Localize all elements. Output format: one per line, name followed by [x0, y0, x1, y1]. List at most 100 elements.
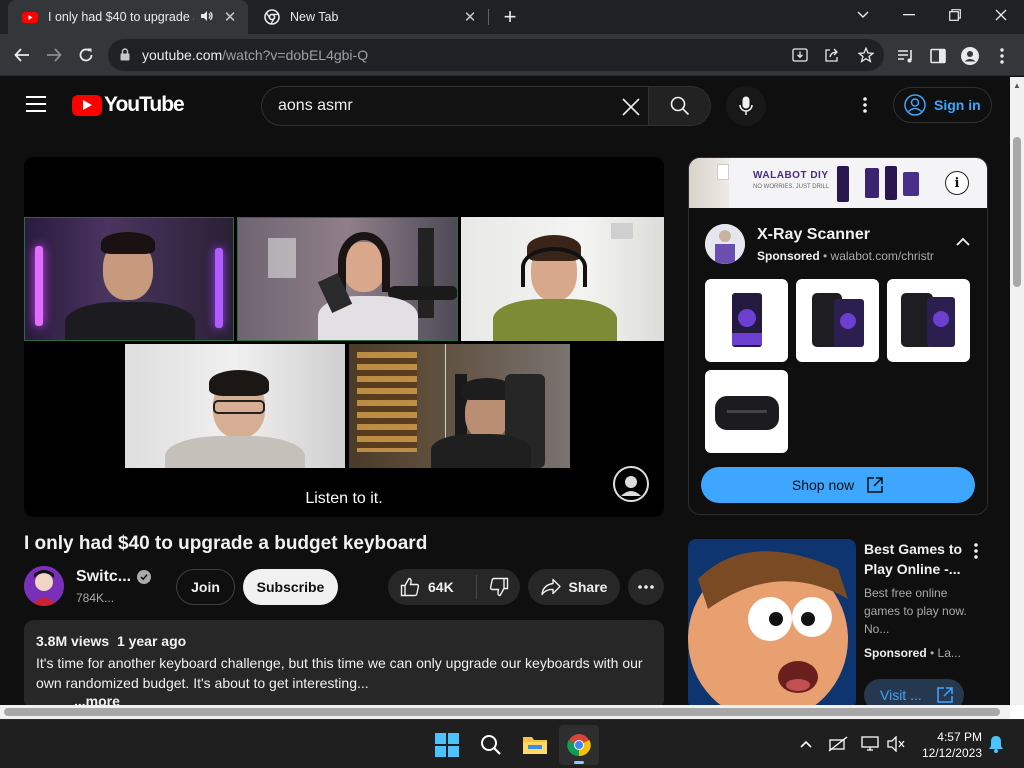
recommendation-thumbnail[interactable]	[688, 539, 856, 709]
close-tab-icon[interactable]: ✕	[462, 8, 478, 26]
close-window-button[interactable]	[978, 0, 1024, 30]
view-count: 3.8M views	[36, 633, 110, 649]
ad-product-image-3[interactable]	[887, 279, 970, 362]
forward-button[interactable]	[40, 41, 68, 69]
join-button[interactable]: Join	[176, 569, 235, 605]
ad-product-image-1[interactable]	[705, 279, 788, 362]
subscriber-count: 784K...	[76, 591, 115, 605]
reload-icon	[79, 48, 93, 62]
youtube-favicon-icon	[22, 12, 38, 23]
youtube-logo[interactable]: YouTube	[72, 93, 185, 117]
display-network-icon[interactable]	[860, 734, 880, 754]
media-controls-icon[interactable]	[895, 45, 917, 67]
tab-new-tab[interactable]: New Tab ✕	[250, 0, 488, 34]
thumbs-up-icon	[400, 577, 420, 597]
shop-now-button[interactable]: Shop now	[701, 467, 975, 503]
search-icon	[481, 735, 501, 755]
video-description: It's time for another keyboard challenge…	[36, 655, 643, 691]
show-hidden-icons-button[interactable]	[796, 734, 816, 754]
new-tab-button[interactable]: +	[498, 4, 522, 30]
vertical-scroll-thumb[interactable]	[1013, 137, 1021, 287]
search-input[interactable]: aons asmr	[261, 86, 649, 126]
video-participant-3	[461, 217, 664, 341]
microphone-icon	[739, 96, 753, 115]
video-participant-5	[349, 344, 570, 468]
dislike-button[interactable]	[477, 569, 520, 605]
share-button[interactable]: Share	[528, 569, 620, 605]
minimize-button[interactable]	[886, 0, 932, 30]
video-meta: 3.8M views 1 year ago	[36, 633, 186, 649]
ad-product-image-4[interactable]	[705, 370, 788, 453]
tab-youtube-video[interactable]: I only had $40 to upgrade a budget keybo…	[8, 0, 248, 34]
clear-search-icon[interactable]	[619, 95, 643, 119]
horizontal-scrollbar[interactable]	[0, 705, 1010, 719]
bookmark-star-icon[interactable]	[856, 45, 876, 65]
search-button[interactable]	[648, 86, 711, 126]
video-participant-1	[24, 217, 234, 341]
restore-icon	[949, 9, 961, 21]
taskbar-search-button[interactable]	[471, 725, 511, 765]
collapse-ad-button[interactable]	[955, 234, 975, 250]
profile-icon[interactable]	[959, 45, 981, 67]
audio-playing-icon[interactable]	[200, 10, 216, 25]
horizontal-scroll-thumb[interactable]	[4, 708, 1000, 716]
start-button[interactable]	[427, 725, 467, 765]
youtube-header: YouTube aons asmr Sign in	[0, 77, 1010, 133]
voice-search-button[interactable]	[726, 86, 766, 126]
chrome-taskbar-button[interactable]	[559, 725, 599, 765]
vertical-scrollbar[interactable]: ▲	[1010, 77, 1024, 705]
subscribe-button[interactable]: Subscribe	[243, 569, 338, 605]
clock-date: 12/12/2023	[921, 746, 982, 760]
taskbar-clock[interactable]: 4:57 PM 12/12/2023	[918, 729, 982, 761]
channel-avatar[interactable]	[24, 566, 64, 606]
chrome-menu-icon[interactable]	[991, 45, 1013, 67]
channel-name[interactable]: Switc...	[76, 568, 131, 586]
address-bar[interactable]: youtube.com/watch?v=dobEL4gbi-Q	[108, 39, 884, 71]
close-tab-icon[interactable]: ✕	[222, 8, 238, 26]
chrome-logo-icon	[567, 734, 591, 757]
url-text: youtube.com/watch?v=dobEL4gbi-Q	[142, 47, 368, 63]
scroll-up-arrow-icon[interactable]: ▲	[1013, 81, 1021, 90]
ad-info-icon[interactable]: i	[945, 171, 969, 195]
restore-button[interactable]	[932, 0, 978, 30]
chevron-down-icon	[857, 11, 869, 18]
ad-title[interactable]: X-Ray Scanner	[757, 226, 870, 244]
youtube-wordmark: YouTube	[104, 93, 185, 116]
recommendation-title[interactable]: Best Games to Play Online -...	[864, 539, 974, 579]
lock-icon[interactable]	[120, 48, 130, 61]
thumbs-down-icon	[489, 577, 508, 597]
notification-bell-icon[interactable]	[986, 734, 1006, 754]
windows-logo-icon	[435, 733, 459, 757]
video-player[interactable]: Listen to it.	[24, 157, 664, 517]
like-button[interactable]: 64K	[388, 569, 476, 605]
ad-product-image-2[interactable]	[796, 279, 879, 362]
channel-watermark-icon[interactable]	[613, 466, 649, 502]
recommendation-menu-icon[interactable]	[968, 541, 984, 561]
video-participant-4	[125, 344, 345, 468]
tab-title: New Tab	[290, 10, 339, 24]
network-off-icon[interactable]	[828, 734, 848, 754]
install-app-icon[interactable]	[790, 45, 810, 65]
back-button[interactable]	[8, 41, 36, 69]
url-host: youtube.com	[142, 47, 223, 63]
video-participant-2	[237, 217, 458, 341]
share-page-icon[interactable]	[822, 45, 842, 65]
description-box[interactable]: 3.8M views 1 year ago It's time for anot…	[24, 620, 664, 710]
search-icon	[670, 96, 689, 116]
reload-button[interactable]	[72, 41, 100, 69]
advertiser-logo[interactable]	[705, 224, 745, 264]
file-explorer-button[interactable]	[515, 725, 555, 765]
settings-menu-icon[interactable]	[855, 94, 875, 116]
verified-check-icon	[137, 570, 151, 584]
ad-banner[interactable]: WALABOT DIY NO WORRIES. JUST DRILL i	[689, 158, 987, 208]
video-caption: Listen to it.	[305, 490, 383, 507]
more-actions-button[interactable]	[628, 569, 664, 605]
recommendation-advertiser: La...	[937, 646, 961, 660]
ad-sponsored-line: Sponsored • walabot.com/christr	[757, 249, 934, 263]
sign-in-button[interactable]: Sign in	[893, 87, 992, 123]
volume-muted-icon[interactable]	[886, 734, 906, 754]
hamburger-menu-icon[interactable]	[26, 96, 46, 112]
external-link-icon	[937, 687, 953, 703]
tab-search-button[interactable]	[840, 0, 886, 30]
side-panel-icon[interactable]	[927, 45, 949, 67]
